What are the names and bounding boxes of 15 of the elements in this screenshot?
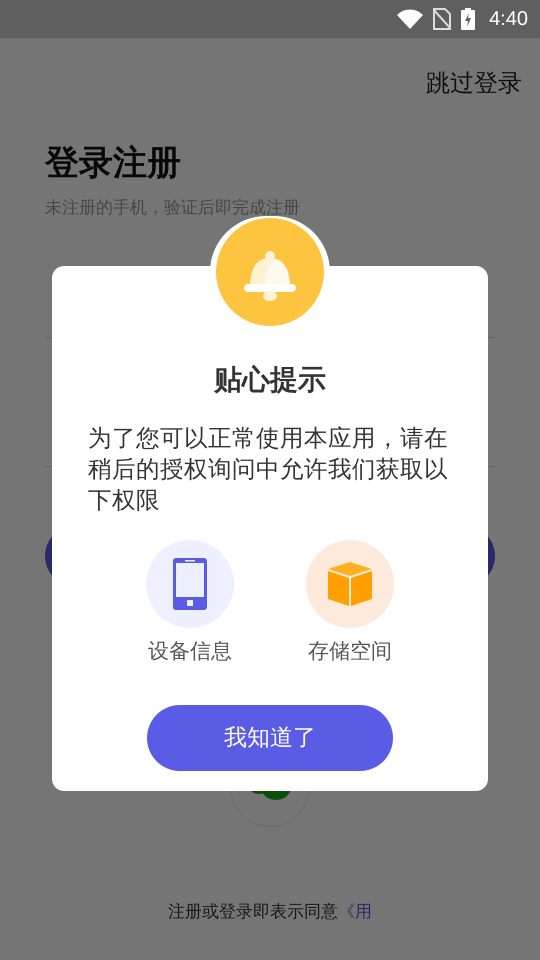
dialog-title: 贴心提示 <box>214 363 326 397</box>
permission-label: 存储空间 <box>308 639 392 665</box>
dialog-message: 为了您可以正常使用本应用，请在稍后的授权询问中允许我们获取以下权限 <box>88 424 449 515</box>
phone-icon <box>173 558 207 610</box>
permission-label: 设备信息 <box>148 639 232 665</box>
no-sim-icon <box>433 8 452 30</box>
skip-login-link[interactable]: 跳过登录 <box>426 66 522 102</box>
user-agreement-link[interactable]: 《用 <box>338 898 372 924</box>
agreement-text: 注册或登录即表示同意 <box>168 900 338 922</box>
box-icon <box>327 561 373 607</box>
status-time: 4:40 <box>489 7 528 32</box>
battery-icon <box>461 8 476 30</box>
acknowledge-button[interactable]: 我知道了 <box>147 704 393 770</box>
page-title: 登录注册 <box>45 143 182 184</box>
wifi-icon <box>397 9 424 29</box>
